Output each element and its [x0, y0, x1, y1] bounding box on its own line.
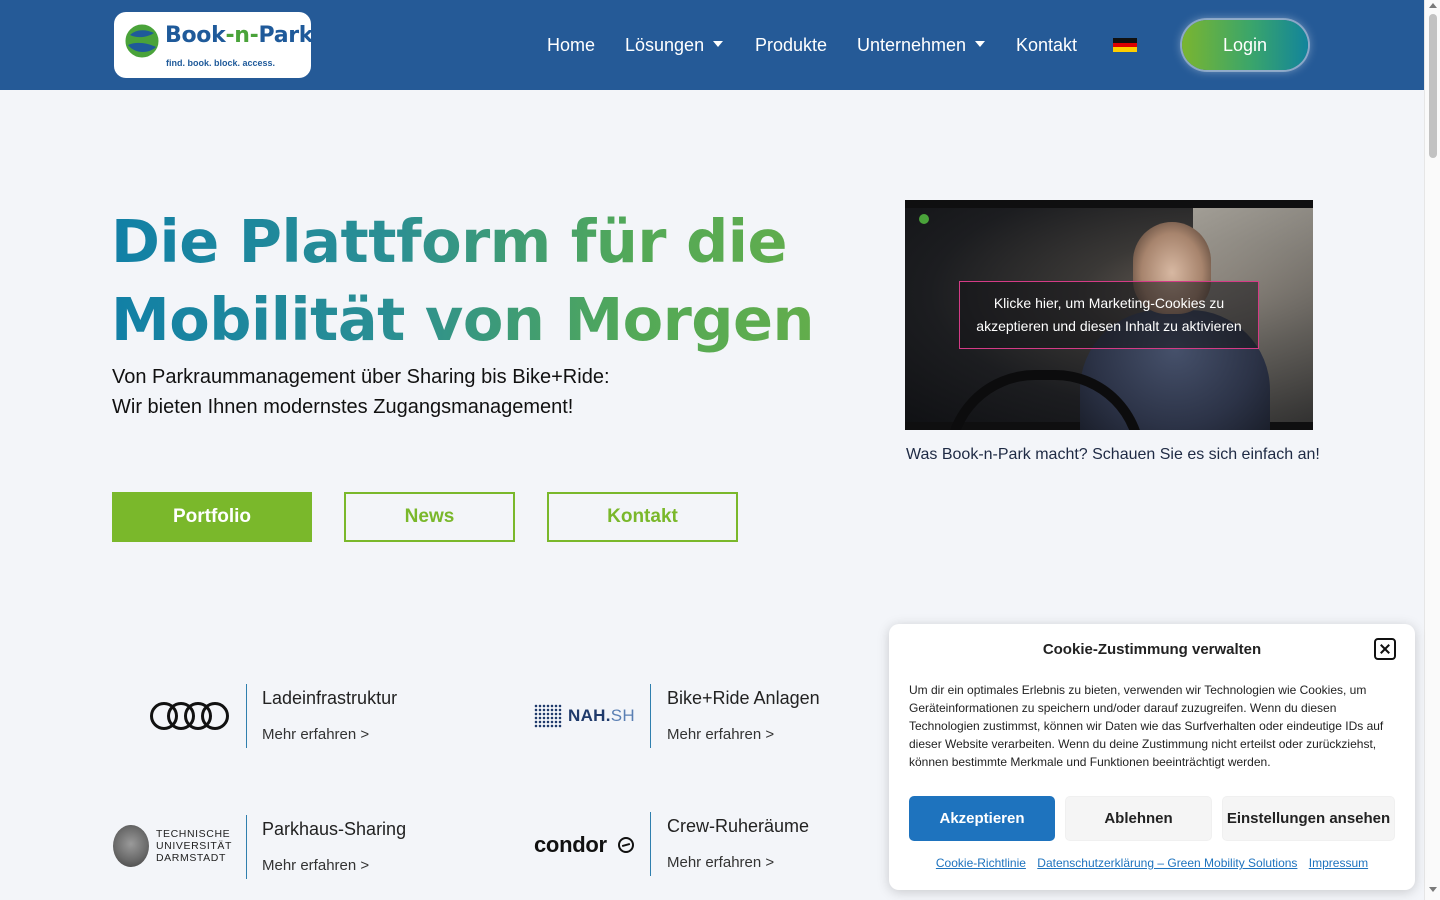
scrollbar-thumb[interactable]	[1429, 14, 1437, 158]
mehr-erfahren-link[interactable]: Mehr erfahren >	[262, 857, 369, 874]
login-label: Login	[1222, 34, 1268, 55]
scroll-down-icon[interactable]	[1429, 887, 1437, 892]
audi-logo	[150, 702, 231, 730]
preferences-button[interactable]: Einstellungen ansehen	[1222, 796, 1395, 841]
chevron-down-icon	[975, 41, 986, 47]
privacy-link[interactable]: Datenschutzerklärung – Green Mobility So…	[1037, 856, 1297, 870]
hero-subtitle-line2: Wir bieten Ihnen modernstes Zugangsmanag…	[112, 396, 574, 418]
partner-title-parkhaus-sharing: Parkhaus-Sharing	[262, 819, 407, 839]
condor-logo: condor	[534, 832, 634, 858]
hero-subtitle: Von Parkraummanagement über Sharing bis …	[112, 362, 610, 422]
accept-button[interactable]: Akzeptieren	[909, 796, 1055, 841]
chevron-down-icon	[713, 41, 724, 47]
tu-text-1: TECHNISCHE	[156, 828, 231, 840]
kontakt-button[interactable]: Kontakt	[547, 492, 738, 542]
nav-unternehmen-label: Unternehmen	[857, 34, 967, 55]
close-icon[interactable]	[1374, 638, 1396, 660]
hero-subtitle-line1: Von Parkraummanagement über Sharing bis …	[112, 366, 610, 388]
mehr-erfahren-link[interactable]: Mehr erfahren >	[667, 854, 774, 871]
tu-text-2: UNIVERSITÄT	[156, 840, 233, 852]
mehr-erfahren-link[interactable]: Mehr erfahren >	[262, 726, 369, 743]
nah-sh-text-a: NAH.	[568, 706, 611, 725]
condor-wordmark: condor	[534, 832, 607, 857]
imprint-link[interactable]: Impressum	[1309, 856, 1368, 870]
site-header: Book-n-Park find. book. block. access. H…	[0, 0, 1424, 90]
tu-text-3: DARMSTADT	[156, 852, 226, 864]
nav-kontakt-label: Kontakt	[1016, 34, 1078, 55]
tu-darmstadt-seal-icon	[113, 825, 149, 867]
audi-ring	[201, 702, 229, 730]
partner-divider	[650, 684, 651, 748]
consent-text: Um dir ein optimales Erlebnis zu bieten,…	[909, 683, 1384, 769]
german-flag-icon[interactable]	[1113, 38, 1137, 52]
hero-title-line2: Mobilität von Morgen	[111, 285, 815, 354]
cookie-consent-dialog: Cookie-Zustimmung verwalten Um dir ein o…	[889, 624, 1415, 890]
login-button[interactable]: Login	[1182, 20, 1308, 70]
video-watermark-logo	[919, 214, 932, 225]
news-button[interactable]: News	[344, 492, 515, 542]
partner-title-crew-ruheraeume: Crew-Ruheräume	[667, 816, 810, 836]
tu-darmstadt-logo: TECHNISCHE UNIVERSITÄT DARMSTADT	[113, 825, 233, 869]
tu-darmstadt-wordmark: TECHNISCHE UNIVERSITÄT DARMSTADT	[156, 828, 232, 864]
nah-sh-logo: NAH.SH	[534, 702, 635, 730]
nah-sh-wordmark: NAH.SH	[568, 706, 635, 726]
nav-produkte-label: Produkte	[755, 34, 828, 55]
consent-title: Cookie-Zustimmung verwalten	[1042, 641, 1262, 658]
partner-divider	[650, 812, 651, 876]
partner-divider	[246, 815, 247, 879]
scroll-up-icon[interactable]	[1429, 3, 1437, 8]
video-embed[interactable]: Klicke hier, um Marketing-Cookies zu akz…	[905, 200, 1313, 430]
logo-wordmark: Book-n-Park	[165, 23, 313, 48]
mehr-erfahren-link[interactable]: Mehr erfahren >	[667, 726, 774, 743]
nav-loesungen-label: Lösungen	[625, 34, 705, 55]
video-caption: Was Book-n-Park macht? Schauen Sie es si…	[906, 446, 1320, 463]
nav-kontakt[interactable]: Kontakt	[1016, 0, 1077, 90]
nav-produkte[interactable]: Produkte	[755, 0, 827, 90]
logo-name-dash: -n-	[225, 23, 259, 48]
nav-home[interactable]: Home	[547, 0, 595, 90]
logo-name-a: Book	[165, 23, 226, 48]
globe-logo-icon	[124, 23, 160, 59]
hero-title-line1: Die Plattform für die	[111, 207, 788, 276]
logo-name-b: Park	[258, 23, 314, 48]
nah-sh-text-b: SH	[610, 706, 635, 725]
partner-divider	[246, 684, 247, 748]
nav-loesungen[interactable]: Lösungen	[625, 0, 724, 90]
partner-title-bike-ride: Bike+Ride Anlagen	[667, 688, 820, 708]
deny-button[interactable]: Ablehnen	[1065, 796, 1212, 841]
marketing-cookie-accept-overlay[interactable]: Klicke hier, um Marketing-Cookies zu akz…	[959, 281, 1259, 349]
nav-home-label: Home	[547, 34, 596, 55]
hero-title: Die Plattform für die Mobilität von Morg…	[111, 203, 811, 359]
nah-sh-map-icon	[534, 704, 562, 728]
nav-unternehmen[interactable]: Unternehmen	[857, 0, 986, 90]
portfolio-button[interactable]: Portfolio	[112, 492, 312, 542]
globe-logo-icon	[919, 214, 929, 225]
consent-links: Cookie-Richtlinie Datenschutzerklärung –…	[889, 856, 1415, 870]
book-n-park-logo[interactable]: Book-n-Park find. book. block. access.	[114, 12, 313, 78]
cookie-policy-link[interactable]: Cookie-Richtlinie	[936, 856, 1026, 870]
page-scrollbar[interactable]	[1424, 0, 1440, 900]
partner-title-ladeinfrastruktur: Ladeinfrastruktur	[262, 688, 398, 708]
logo-tagline: find. book. block. access.	[166, 58, 276, 68]
condor-bird-icon	[618, 837, 634, 853]
